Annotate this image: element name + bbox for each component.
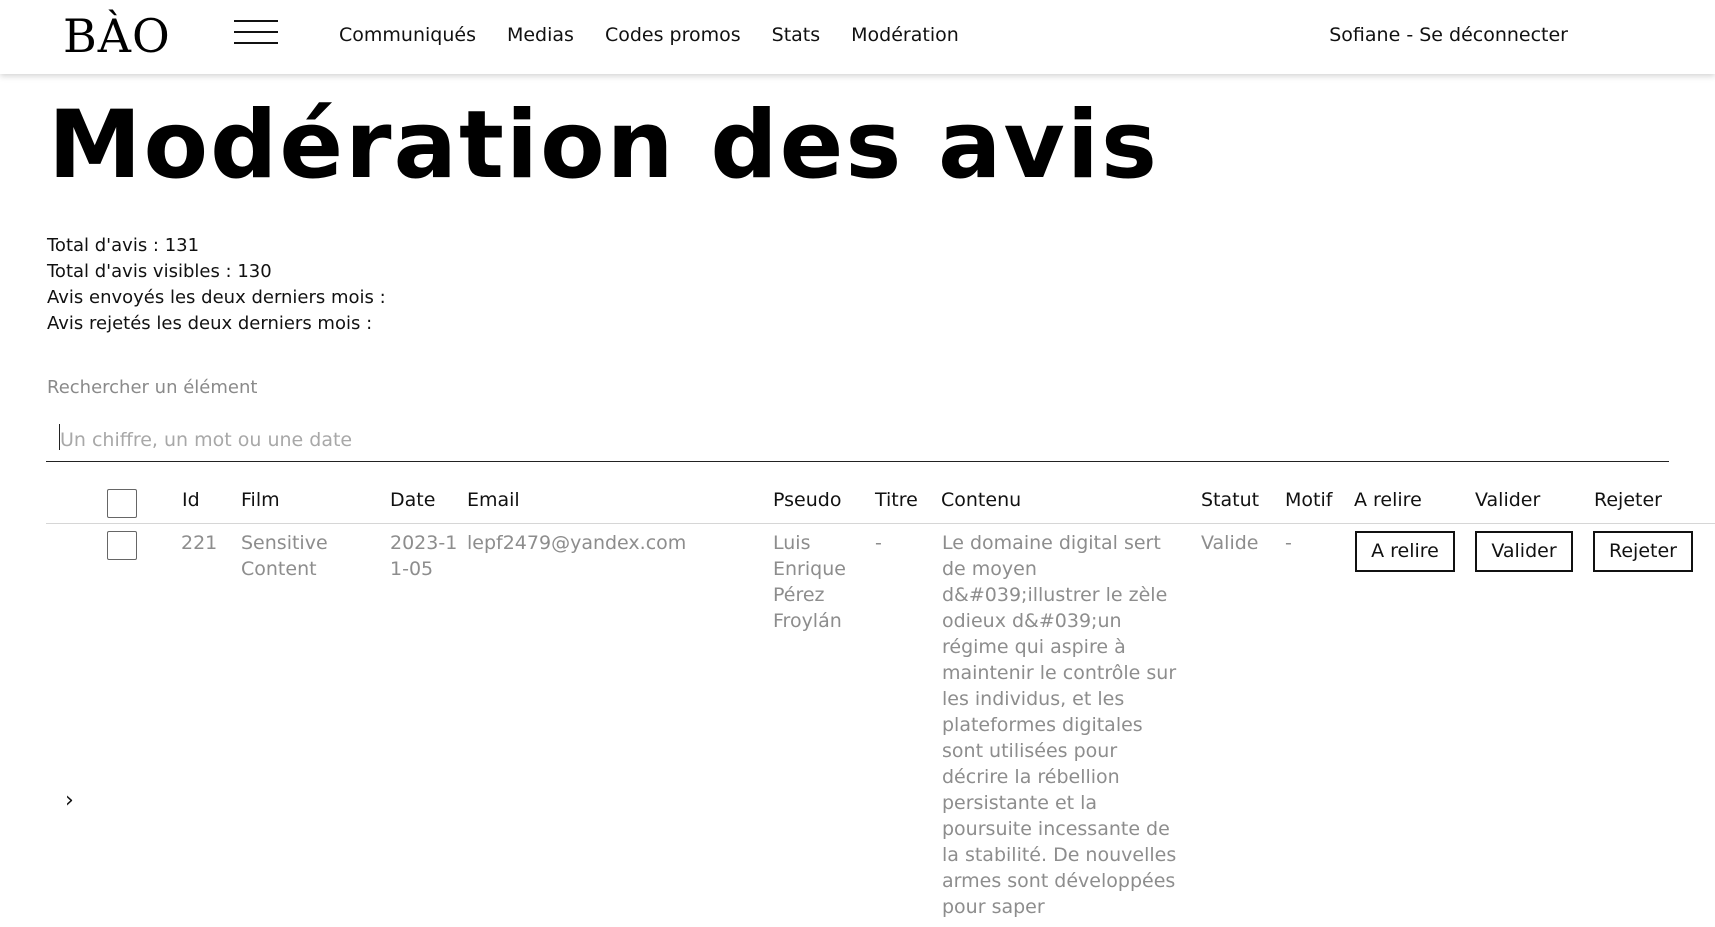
cell-titre: - (875, 532, 882, 554)
valider-button[interactable]: Valider (1475, 531, 1573, 572)
text-caret (59, 424, 60, 450)
col-statut[interactable]: Statut (1201, 489, 1259, 511)
nav-medias[interactable]: Medias (507, 22, 574, 48)
cell-pseudo: Luis Enrique Pérez Froylán (773, 532, 846, 632)
col-film[interactable]: Film (241, 489, 280, 511)
stat-rejected-two-months: Avis rejetés les deux derniers mois : (47, 313, 373, 334)
col-email[interactable]: Email (467, 489, 520, 511)
top-navigation-bar: BÀO Communiqués Medias Codes promos Stat… (0, 0, 1715, 74)
logo[interactable]: BÀO (63, 6, 171, 66)
col-date[interactable]: Date (390, 489, 435, 511)
cell-email: lepf2479@yandex.com (467, 532, 687, 554)
col-valider[interactable]: Valider (1475, 489, 1540, 511)
a-relire-button[interactable]: A relire (1355, 531, 1455, 572)
nav-communiques[interactable]: Communiqués (339, 22, 476, 48)
select-all-checkbox[interactable] (107, 489, 137, 518)
cell-statut: Valide (1201, 532, 1259, 554)
nav-codes-promos[interactable]: Codes promos (605, 22, 741, 48)
hamburger-menu-icon[interactable] (234, 20, 278, 46)
cell-contenu: Le domaine digital sert de moyen d&#039;… (942, 532, 1177, 918)
search-input[interactable] (46, 418, 1669, 462)
stat-sent-two-months: Avis envoyés les deux derniers mois : (47, 287, 386, 308)
cell-id: 221 (181, 532, 218, 554)
stat-total-reviews: Total d'avis : 131 (47, 235, 200, 256)
cell-film: Sensitive Content (241, 532, 328, 580)
main-nav: Communiqués Medias Codes promos Stats Mo… (339, 22, 990, 48)
nav-stats[interactable]: Stats (772, 22, 821, 48)
col-pseudo[interactable]: Pseudo (773, 489, 841, 511)
table-header: Id Film Date Email Pseudo Titre Contenu … (46, 484, 1715, 524)
page-title: Modération des avis (48, 91, 1159, 200)
col-contenu[interactable]: Contenu (941, 489, 1021, 511)
col-motif[interactable]: Motif (1285, 489, 1332, 511)
cell-date: 2023-11-05 (390, 532, 458, 580)
search-label: Rechercher un élément (47, 377, 258, 398)
row-checkbox[interactable] (107, 531, 137, 560)
stats-summary: Total d'avis : 131 Total d'avis visibles… (47, 233, 386, 337)
user-logout-link[interactable]: Sofiane - Se déconnecter (1329, 22, 1568, 48)
col-titre[interactable]: Titre (875, 489, 918, 511)
rejeter-button[interactable]: Rejeter (1593, 531, 1693, 572)
chevron-right-icon[interactable]: › (65, 790, 74, 812)
nav-moderation[interactable]: Modération (851, 22, 959, 48)
stat-visible-reviews: Total d'avis visibles : 130 (47, 261, 272, 282)
col-a-relire[interactable]: A relire (1354, 489, 1422, 511)
cell-motif: - (1285, 532, 1292, 554)
col-rejeter[interactable]: Rejeter (1594, 489, 1662, 511)
col-id[interactable]: Id (182, 489, 200, 511)
